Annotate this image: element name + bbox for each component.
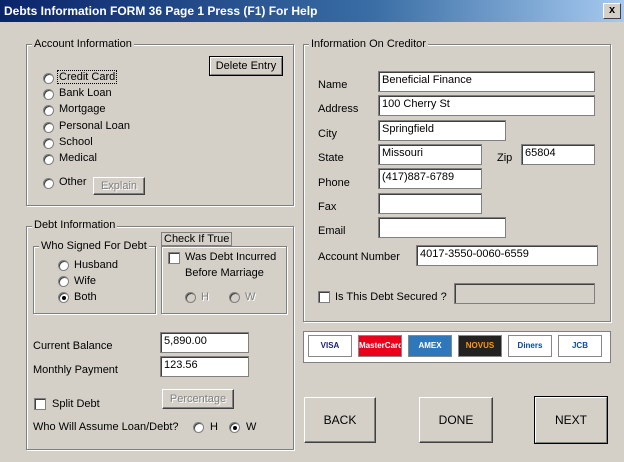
- checkbox-split-debt[interactable]: [34, 398, 46, 410]
- check-if-true-legend: Check If True: [161, 232, 233, 246]
- label-both[interactable]: Both: [74, 291, 97, 303]
- label-before-marriage-1[interactable]: Was Debt Incurred: [185, 251, 276, 263]
- label-marriage-w[interactable]: W: [245, 291, 255, 303]
- radio-personal-loan[interactable]: [43, 122, 54, 133]
- label-wife[interactable]: Wife: [74, 275, 96, 287]
- fax-field[interactable]: [378, 193, 482, 214]
- label-before-marriage-2[interactable]: Before Marriage: [185, 267, 264, 279]
- title-bar: Debts Information FORM 36 Page 1 Press (…: [0, 0, 624, 22]
- label-husband[interactable]: Husband: [74, 259, 118, 271]
- label-marriage-h[interactable]: H: [201, 291, 209, 303]
- email-field[interactable]: [378, 217, 506, 238]
- discover-logo: NOVUS: [458, 335, 502, 357]
- creditor-info-legend: Information On Creditor: [309, 38, 428, 50]
- monthly-payment-label: Monthly Payment: [33, 364, 118, 376]
- diners-logo: Diners: [508, 335, 552, 357]
- debt-info-legend: Debt Information: [32, 219, 118, 231]
- radio-school[interactable]: [43, 138, 54, 149]
- delete-entry-button[interactable]: Delete Entry: [209, 56, 283, 76]
- monthly-payment-field[interactable]: 123.56: [160, 356, 249, 377]
- creditor-name-field[interactable]: Beneficial Finance: [378, 71, 595, 92]
- radio-assume-w[interactable]: [229, 422, 240, 433]
- radio-marriage-w[interactable]: [229, 292, 240, 303]
- radio-credit-card[interactable]: [43, 73, 54, 84]
- current-balance-label: Current Balance: [33, 340, 113, 352]
- credit-card-text: Credit Card: [57, 70, 118, 84]
- radio-bank-loan[interactable]: [43, 89, 54, 100]
- label-other[interactable]: Other: [59, 176, 87, 188]
- fax-label: Fax: [318, 201, 337, 213]
- card-logos-strip: VISA MasterCard AMEX NOVUS Diners JCB: [303, 331, 611, 363]
- radio-medical[interactable]: [43, 154, 54, 165]
- city-label: City: [318, 128, 337, 140]
- label-assume-h[interactable]: H: [210, 421, 218, 433]
- label-assume-w[interactable]: W: [246, 421, 256, 433]
- label-bank-loan[interactable]: Bank Loan: [59, 87, 112, 99]
- zip-field[interactable]: 65804: [521, 144, 595, 165]
- mastercard-logo: MasterCard: [358, 335, 402, 357]
- checkbox-debt-secured[interactable]: [318, 291, 330, 303]
- radio-wife[interactable]: [58, 276, 69, 287]
- close-button[interactable]: x: [603, 3, 621, 19]
- radio-husband[interactable]: [58, 260, 69, 271]
- address-field[interactable]: 100 Cherry St: [378, 95, 595, 116]
- visa-logo: VISA: [308, 335, 352, 357]
- percentage-button[interactable]: Percentage: [162, 389, 234, 409]
- label-debt-secured[interactable]: Is This Debt Secured ?: [335, 291, 447, 303]
- jcb-logo: JCB: [558, 335, 602, 357]
- secured-details-field[interactable]: [454, 283, 595, 304]
- assume-debt-label: Who Will Assume Loan/Debt?: [33, 421, 179, 433]
- label-personal-loan[interactable]: Personal Loan: [59, 120, 130, 132]
- phone-label: Phone: [318, 177, 350, 189]
- label-credit-card[interactable]: Credit Card: [57, 70, 118, 84]
- label-mortgage[interactable]: Mortgage: [59, 103, 105, 115]
- radio-mortgage[interactable]: [43, 105, 54, 116]
- city-field[interactable]: Springfield: [378, 120, 506, 141]
- current-balance-field[interactable]: 5,890.00: [160, 332, 249, 353]
- radio-other[interactable]: [43, 178, 54, 189]
- label-school[interactable]: School: [59, 136, 93, 148]
- amex-logo: AMEX: [408, 335, 452, 357]
- checkbox-before-marriage[interactable]: [168, 252, 180, 264]
- done-button[interactable]: DONE: [419, 397, 493, 443]
- label-split-debt[interactable]: Split Debt: [52, 398, 100, 410]
- radio-assume-h[interactable]: [193, 422, 204, 433]
- back-button[interactable]: BACK: [304, 397, 376, 443]
- zip-label: Zip: [497, 152, 513, 164]
- radio-both[interactable]: [58, 292, 69, 303]
- next-button[interactable]: NEXT: [534, 396, 608, 444]
- who-signed-legend: Who Signed For Debt: [39, 240, 149, 252]
- window-title: Debts Information FORM 36 Page 1 Press (…: [4, 4, 318, 18]
- radio-marriage-h[interactable]: [185, 292, 196, 303]
- state-label: State: [318, 152, 344, 164]
- email-label: Email: [318, 225, 346, 237]
- account-number-label: Account Number: [318, 251, 400, 263]
- label-medical[interactable]: Medical: [59, 152, 97, 164]
- state-field[interactable]: Missouri: [378, 144, 482, 165]
- name-label: Name: [318, 79, 348, 91]
- account-number-field[interactable]: 4017-3550-0060-6559: [416, 245, 598, 266]
- explain-button[interactable]: Explain: [93, 177, 145, 195]
- address-label: Address: [318, 103, 359, 115]
- phone-field[interactable]: (417)887-6789: [378, 168, 482, 189]
- next-button-label: NEXT: [535, 397, 607, 443]
- delete-entry-label: Delete Entry: [210, 57, 282, 75]
- account-info-legend: Account Information: [32, 38, 134, 50]
